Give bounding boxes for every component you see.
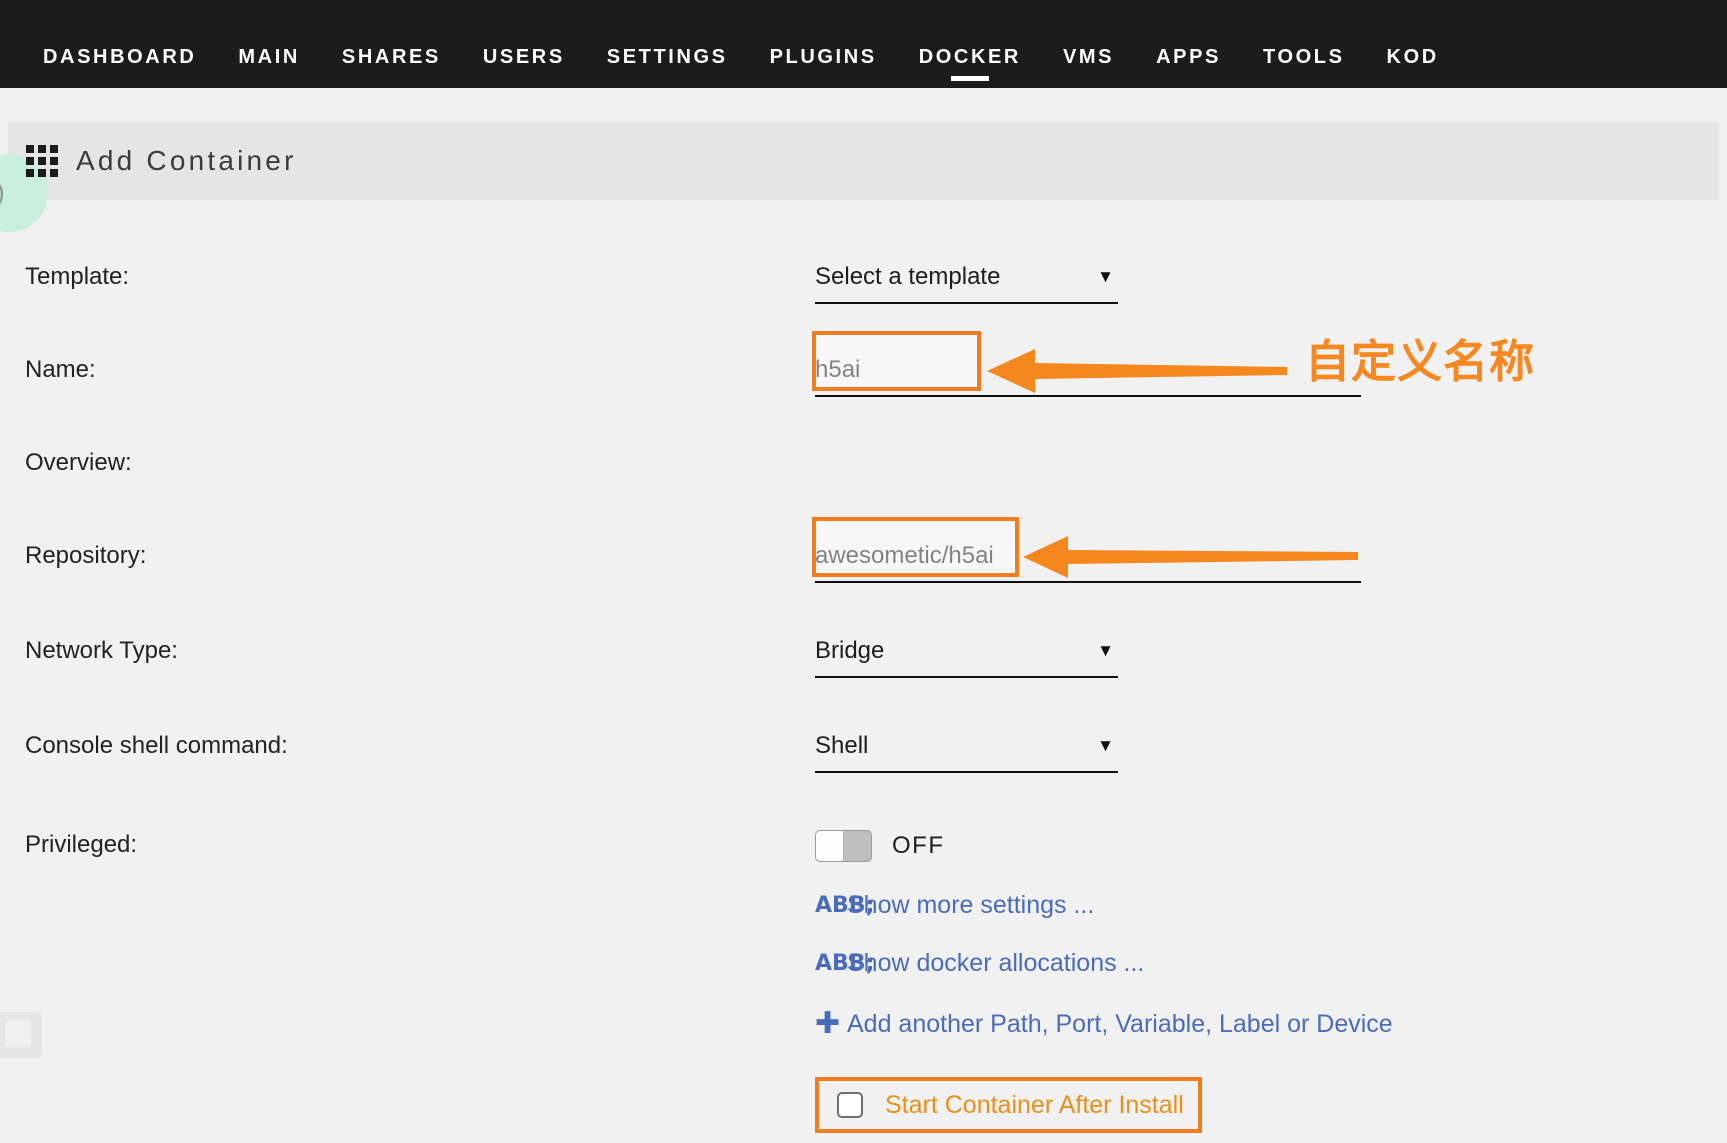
- privileged-state-label: OFF: [892, 832, 945, 859]
- nav-item-settings[interactable]: SETTINGS: [586, 44, 749, 70]
- label-overview: Overview:: [25, 449, 132, 476]
- annotation-chinese-name: 自定义名称: [1305, 335, 1536, 388]
- name-input[interactable]: h5ai: [815, 355, 1361, 397]
- chevron-down-icon: ▼: [1097, 736, 1114, 755]
- decorative-circle-mark: ): [0, 177, 5, 208]
- add-container-form: Template: Select a template ▼ Name: h5ai…: [0, 200, 1727, 1143]
- toggle-knob: [816, 831, 844, 861]
- nav-item-plugins[interactable]: PLUGINS: [749, 44, 898, 70]
- nav-item-apps[interactable]: APPS: [1135, 44, 1242, 70]
- grid-icon: [26, 145, 58, 177]
- field-repository: awesometic/h5ai: [812, 517, 1727, 583]
- show-more-settings-label: Show more settings ...: [847, 891, 1095, 919]
- label-privileged: Privileged:: [25, 831, 138, 858]
- form-row-privileged: Privileged: OFF ABB; Show more settings …: [0, 830, 1727, 1143]
- show-docker-allocations-link[interactable]: ABB; Show docker allocations ...: [815, 948, 1144, 978]
- form-row-network-type: Network Type: Bridge ▼: [0, 636, 1727, 709]
- label-name: Name:: [25, 356, 96, 383]
- chevron-down-icon: ABB;: [815, 892, 875, 918]
- nav-item-kod[interactable]: KOD: [1366, 44, 1460, 70]
- form-row-name: Name: h5ai 自定义名称: [0, 331, 1727, 428]
- nav-item-tools[interactable]: TOOLS: [1242, 44, 1366, 70]
- field-network-type: Bridge ▼: [815, 636, 1727, 678]
- console-shell-select[interactable]: Shell ▼: [815, 731, 1118, 773]
- privileged-toggle[interactable]: [815, 830, 872, 862]
- nav-item-dashboard[interactable]: DASHBOARD: [22, 44, 217, 70]
- form-row-repository: Repository: awesometic/h5ai: [0, 517, 1727, 614]
- show-more-settings-link[interactable]: ABB; Show more settings ...: [815, 890, 1094, 920]
- start-container-label: Start Container After Install: [885, 1091, 1184, 1119]
- network-type-select[interactable]: Bridge ▼: [815, 636, 1118, 678]
- label-console-shell: Console shell command:: [25, 732, 288, 759]
- template-select-value: Select a template: [815, 263, 1001, 290]
- start-container-after-install-row[interactable]: Start Container After Install: [815, 1077, 1202, 1133]
- label-repository: Repository:: [25, 542, 147, 569]
- field-name: h5ai 自定义名称: [812, 331, 1727, 397]
- form-row-overview: Overview:: [0, 448, 1727, 521]
- form-row-console-shell: Console shell command: Shell ▼: [0, 731, 1727, 804]
- network-type-value: Bridge: [815, 637, 885, 664]
- repository-input[interactable]: awesometic/h5ai: [815, 541, 1361, 583]
- field-console-shell: Shell ▼: [815, 731, 1727, 773]
- console-shell-value: Shell: [815, 732, 869, 759]
- nav-item-shares[interactable]: SHARES: [321, 44, 462, 70]
- start-container-checkbox[interactable]: [837, 1092, 863, 1118]
- chevron-down-icon: ▼: [1097, 641, 1114, 660]
- add-another-entry-link[interactable]: ✚ Add another Path, Port, Variable, Labe…: [815, 1006, 1393, 1041]
- template-select[interactable]: Select a template ▼: [815, 262, 1118, 304]
- show-docker-allocations-label: Show docker allocations ...: [847, 949, 1145, 977]
- top-navigation: DASHBOARD MAIN SHARES USERS SETTINGS PLU…: [0, 0, 1727, 88]
- chevron-down-icon: ABB;: [815, 950, 875, 976]
- nav-item-users[interactable]: USERS: [462, 44, 586, 70]
- page-title-bar: ) Add Container: [0, 122, 1727, 232]
- field-template: Select a template ▼: [815, 262, 1727, 304]
- nav-item-vms[interactable]: VMS: [1042, 44, 1135, 70]
- label-network-type: Network Type:: [25, 637, 178, 664]
- page-title: Add Container: [76, 145, 297, 176]
- chevron-down-icon: ▼: [1097, 267, 1114, 286]
- decorative-bottom-left-square: [0, 1012, 42, 1058]
- nav-item-docker[interactable]: DOCKER: [898, 44, 1042, 70]
- add-another-entry-label: Add another Path, Port, Variable, Label …: [847, 1009, 1393, 1038]
- field-privileged: OFF ABB; Show more settings ... ABB; Sho…: [815, 830, 1727, 1143]
- privileged-toggle-row: OFF: [815, 830, 1727, 862]
- nav-item-main[interactable]: MAIN: [217, 44, 321, 70]
- plus-icon: ✚: [815, 1006, 841, 1041]
- label-template: Template:: [25, 263, 130, 290]
